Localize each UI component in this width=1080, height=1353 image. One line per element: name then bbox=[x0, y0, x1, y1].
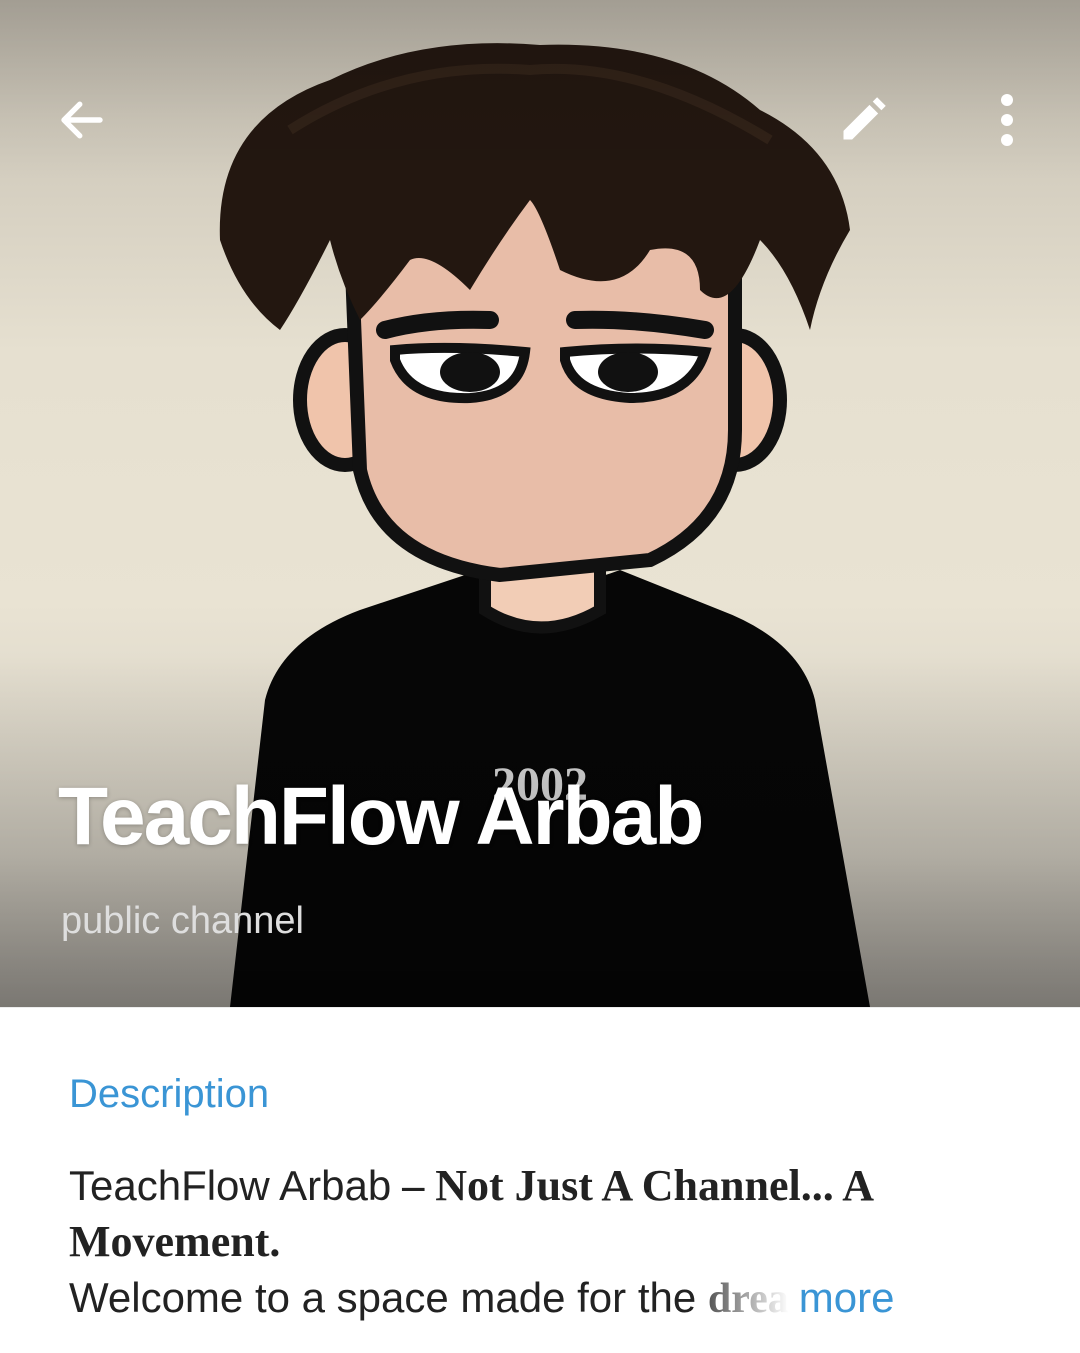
description-section: Description TeachFlow Arbab – Not Just A… bbox=[0, 1007, 1080, 1353]
more-vertical-icon bbox=[1001, 94, 1013, 146]
description-line-1: TeachFlow Arbab – Not Just A Channel... … bbox=[69, 1158, 1019, 1214]
description-text[interactable]: TeachFlow Arbab – Not Just A Channel... … bbox=[69, 1158, 1019, 1327]
channel-title: TeachFlow Arbab bbox=[58, 771, 704, 862]
description-line-3: Welcome to a space made for the drea more bbox=[69, 1270, 1019, 1327]
pencil-icon bbox=[843, 97, 886, 140]
more-options-button[interactable] bbox=[962, 75, 1052, 165]
arrow-left-icon bbox=[61, 101, 103, 139]
description-dash: – bbox=[391, 1161, 436, 1210]
profile-header: 2002 TeachFlow Arbab public channel bbox=[0, 0, 1080, 1007]
back-button[interactable] bbox=[37, 75, 127, 165]
description-faded-text: drea bbox=[707, 1276, 789, 1322]
description-channel-name: TeachFlow Arbab bbox=[69, 1162, 392, 1209]
channel-type: public channel bbox=[61, 900, 304, 942]
description-label: Description bbox=[69, 1072, 270, 1116]
description-tagline-1: Not Just A Channel... A bbox=[435, 1161, 875, 1210]
description-tagline-2: Movement. bbox=[69, 1217, 281, 1266]
edit-button[interactable] bbox=[818, 75, 908, 165]
description-welcome: Welcome to a space made for the bbox=[69, 1274, 708, 1321]
more-link[interactable]: more bbox=[799, 1274, 895, 1321]
